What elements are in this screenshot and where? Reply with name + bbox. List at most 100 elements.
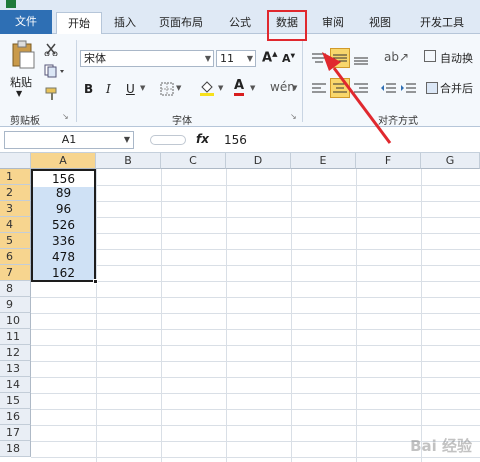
column-header-a[interactable]: A xyxy=(31,153,96,169)
bold-icon[interactable]: B xyxy=(84,82,93,96)
gridline xyxy=(31,329,480,330)
tab-view[interactable]: 视图 xyxy=(362,12,398,34)
column-header-c[interactable]: C xyxy=(161,153,226,169)
increase-indent-icon[interactable] xyxy=(400,82,418,96)
row-header-6[interactable]: 6 xyxy=(0,249,31,265)
chevron-down-icon[interactable]: ▼ xyxy=(124,132,130,148)
font-size-value: 11 xyxy=(220,52,234,65)
formula-bar-splitter[interactable] xyxy=(150,135,186,145)
cell-a2[interactable]: 89 xyxy=(31,185,96,201)
underline-icon[interactable]: U xyxy=(126,82,135,96)
row-header-15[interactable]: 15 xyxy=(0,393,31,409)
chevron-down-icon[interactable]: ▼ xyxy=(218,84,223,92)
tab-home[interactable]: 开始 xyxy=(56,12,102,35)
font-color-icon[interactable]: A xyxy=(234,78,245,96)
cell-a7[interactable]: 162 xyxy=(31,265,96,281)
chevron-down-icon[interactable]: ▼ xyxy=(250,84,255,92)
gridline xyxy=(31,313,480,314)
column-header-f[interactable]: F xyxy=(356,153,421,169)
gridline xyxy=(31,265,480,266)
gridline xyxy=(161,169,162,462)
row-header-1[interactable]: 1 xyxy=(0,169,31,185)
grow-font-icon[interactable]: A▲ xyxy=(262,50,277,65)
column-header-d[interactable]: D xyxy=(226,153,291,169)
align-top-icon[interactable] xyxy=(310,52,328,66)
row-header-14[interactable]: 14 xyxy=(0,377,31,393)
gridline xyxy=(31,361,480,362)
row-header-5[interactable]: 5 xyxy=(0,233,31,249)
column-header-e[interactable]: E xyxy=(291,153,356,169)
excel-icon xyxy=(6,0,16,8)
row-header-2[interactable]: 2 xyxy=(0,185,31,201)
cut-icon[interactable] xyxy=(44,42,58,56)
align-right-icon[interactable] xyxy=(352,82,370,96)
row-header-10[interactable]: 10 xyxy=(0,313,31,329)
row-header-11[interactable]: 11 xyxy=(0,329,31,345)
chevron-down-icon[interactable]: ▼ xyxy=(292,84,297,92)
select-all-corner[interactable] xyxy=(0,153,31,169)
fill-handle[interactable] xyxy=(93,279,98,284)
tab-file[interactable]: 文件 xyxy=(0,10,52,34)
chevron-down-icon[interactable]: ▼ xyxy=(247,51,253,66)
tab-page-layout[interactable]: 页面布局 xyxy=(150,12,212,34)
wrap-text-button[interactable]: 自动换 xyxy=(440,50,473,66)
shrink-font-icon[interactable]: A▼ xyxy=(282,52,295,65)
gridline xyxy=(96,169,97,462)
alignment-group-label: 对齐方式 xyxy=(378,116,418,127)
clipboard-launcher-icon[interactable]: ↘ xyxy=(62,112,69,121)
gridline xyxy=(31,425,480,426)
orientation-icon[interactable]: ab↗ xyxy=(384,50,409,64)
align-left-icon[interactable] xyxy=(310,82,328,96)
gridline xyxy=(356,169,357,462)
tab-review[interactable]: 审阅 xyxy=(316,12,350,34)
row-header-9[interactable]: 9 xyxy=(0,297,31,313)
chevron-down-icon[interactable]: ▼ xyxy=(205,51,211,66)
align-bottom-icon[interactable] xyxy=(352,52,370,66)
row-header-12[interactable]: 12 xyxy=(0,345,31,361)
font-size-combo[interactable]: 11 ▼ xyxy=(216,50,256,67)
border-icon[interactable] xyxy=(160,82,174,96)
row-header-7[interactable]: 7 xyxy=(0,265,31,281)
gridline xyxy=(31,249,480,250)
font-launcher-icon[interactable]: ↘ xyxy=(290,112,297,121)
clipboard-group-label: 剪贴板 xyxy=(10,116,40,127)
merge-center-icon[interactable] xyxy=(426,82,438,94)
row-header-18[interactable]: 18 xyxy=(0,441,31,457)
row-header-16[interactable]: 16 xyxy=(0,409,31,425)
align-center-icon xyxy=(333,83,347,93)
tab-developer[interactable]: 开发工具 xyxy=(410,12,474,34)
decrease-indent-icon[interactable] xyxy=(380,82,398,96)
font-name-value: 宋体 xyxy=(84,52,106,65)
column-header-b[interactable]: B xyxy=(96,153,161,169)
gridline xyxy=(31,377,480,378)
cell-a3[interactable]: 96 xyxy=(31,201,96,217)
chevron-down-icon[interactable]: ▼ xyxy=(176,84,181,92)
paste-dropdown-icon[interactable]: ▼ xyxy=(16,89,22,98)
cell-a6[interactable]: 478 xyxy=(31,249,96,265)
wrap-text-icon[interactable] xyxy=(424,50,436,62)
cell-a5[interactable]: 336 xyxy=(31,233,96,249)
row-header-13[interactable]: 13 xyxy=(0,361,31,377)
copy-icon[interactable] xyxy=(44,64,66,78)
name-box[interactable]: A1 ▼ xyxy=(4,131,134,149)
row-header-8[interactable]: 8 xyxy=(0,281,31,297)
gridline xyxy=(31,233,480,234)
cell-a4[interactable]: 526 xyxy=(31,217,96,233)
column-header-g[interactable]: G xyxy=(421,153,480,169)
tab-formulas[interactable]: 公式 xyxy=(222,12,258,34)
merge-center-button[interactable]: 合并后 xyxy=(440,80,473,96)
paste-icon[interactable] xyxy=(10,40,36,70)
watermark: Bai 经验 xyxy=(410,437,472,455)
formula-value[interactable]: 156 xyxy=(224,133,247,147)
fill-color-icon[interactable] xyxy=(198,79,216,97)
tab-insert[interactable]: 插入 xyxy=(108,12,142,34)
paste-button[interactable]: 粘贴 xyxy=(10,74,32,90)
italic-icon[interactable]: I xyxy=(106,82,111,96)
format-painter-icon[interactable] xyxy=(44,86,60,102)
row-header-3[interactable]: 3 xyxy=(0,201,31,217)
row-header-4[interactable]: 4 xyxy=(0,217,31,233)
fx-icon[interactable]: fx xyxy=(196,132,209,146)
font-name-combo[interactable]: 宋体 ▼ xyxy=(80,50,214,67)
row-header-17[interactable]: 17 xyxy=(0,425,31,441)
chevron-down-icon[interactable]: ▼ xyxy=(140,84,145,92)
